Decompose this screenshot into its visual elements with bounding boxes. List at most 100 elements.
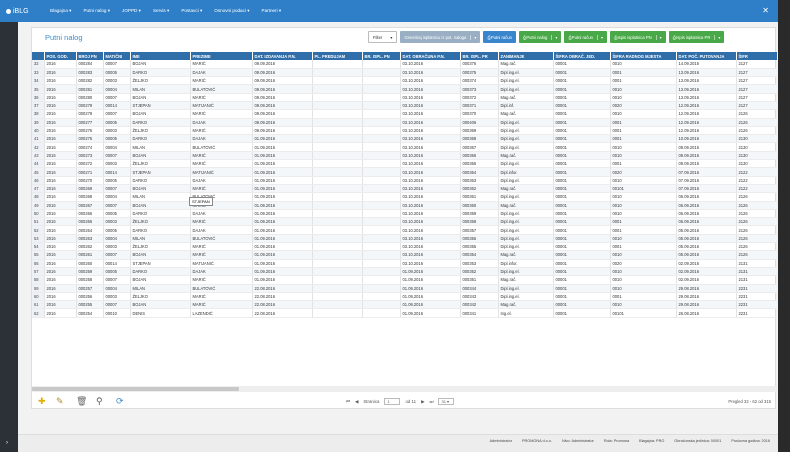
status-level: Nivo: Administrator — [561, 439, 594, 443]
row-number: 52 — [32, 225, 45, 235]
menu-putni-nalog[interactable]: Putni nalog ▾ — [77, 8, 116, 14]
ispis-pr-button[interactable]: ⎙ Ispis isplatnica PR ▾ — [668, 31, 725, 43]
table-row[interactable]: 48201600026800004MILANBULATOVIĆ01.09.201… — [32, 192, 777, 202]
next-page-icon[interactable]: ▶ — [421, 399, 424, 405]
table-row[interactable]: 36 2016 000280 00007 BOJAN MARIĆ 09.09.2016 03.… — [32, 93, 777, 103]
column-header[interactable]: DAT. POČ. PUTOVANJA — [676, 52, 737, 60]
column-header[interactable]: ŠIFRA OBRAČ. JED. — [553, 52, 611, 60]
putni-racun-print-button[interactable]: ⎙ Putni račun ▾ — [564, 31, 608, 43]
column-header[interactable]: ZANIMANJE — [498, 52, 554, 60]
status-items: Administrator PROMONA d.o.o. Nivo: Admin… — [490, 439, 770, 443]
table-cell: 2231 — [736, 300, 777, 310]
menu-postavci[interactable]: Postavci ▾ — [175, 8, 208, 14]
table-row[interactable]: 44 2016 000272 00003 ŽELJKO MARIĆ 01.09.2016 03… — [32, 159, 777, 169]
app-logo[interactable]: iBLG — [0, 8, 44, 15]
column-header[interactable]: POS. GOD. — [44, 52, 77, 60]
first-page-icon[interactable]: ⏮ — [346, 399, 350, 404]
table-row[interactable]: 37 2016 000279 00014 STJEPAN MATIJANIĆ 09.09.2… — [32, 101, 777, 111]
table-cell: 03.10.2016 — [400, 192, 461, 202]
column-header[interactable]: PL. PREDUJAM — [312, 52, 363, 60]
column-header[interactable]: MATIČNI — [103, 52, 131, 60]
table-row[interactable]: 39 2016 000277 00005 DARKO DAJAK 09.09.2016 03.… — [32, 118, 777, 127]
page-number-input[interactable]: 1 — [384, 398, 401, 405]
refresh-icon[interactable]: ⟳ — [116, 396, 124, 407]
table-cell: Dipl.ing.el. — [498, 134, 554, 144]
table-row[interactable]: 45 2016 000271 00014 STJEPAN MATIJANIĆ 01.09.2… — [32, 167, 777, 177]
table-row[interactable]: 58 2016 000258 00007 BOJAN MARIĆ 01.09.2016 01.… — [32, 275, 777, 285]
edit-icon[interactable]: ✎ — [56, 396, 64, 407]
table-row[interactable]: 38 2016 000278 00007 BOJAN MARIĆ 09.09.2016 03.… — [32, 109, 777, 119]
table-row[interactable]: 59 2016 000257 00004 MILAN BULATOVIĆ 22.08.201… — [32, 284, 777, 293]
table-row[interactable]: 56 2016 000260 00014 STJEPAN MATIJANIĆ 01.09.2… — [32, 259, 777, 268]
table-row[interactable]: 42 2016 000274 00004 MILAN BULATOVIĆ 01.09.201… — [32, 142, 777, 152]
menu-partneri[interactable]: Partneri ▾ — [256, 8, 288, 14]
menu-joppd[interactable]: JOPPD ▾ — [116, 8, 147, 14]
column-header[interactable]: DAT. IZDAVANJA P.N. — [252, 52, 313, 60]
table-cell — [312, 225, 363, 235]
table-cell: ŽELJKO — [130, 242, 191, 252]
search-icon[interactable]: ⚲ — [96, 396, 103, 407]
table-cell — [312, 101, 363, 111]
table-row[interactable]: 53 2016 000263 00004 MILAN BULATOVIĆ 01.09.201… — [32, 234, 777, 244]
page-size-select[interactable]: 31 ▾ — [438, 398, 455, 405]
table-row[interactable]: 46 2016 000270 00005 DARKO DAJAK 01.09.2016 03.… — [32, 176, 777, 185]
table-row[interactable]: 47 2016 000269 00007 BOJAN MARIĆ 01.09.2016 03.… — [32, 184, 777, 194]
column-header[interactable]: BR. ISPL. PN — [362, 52, 401, 60]
table-row[interactable]: 32 2016 000284 00007 BOJAN MARIĆ 09.09.2016 03.… — [32, 60, 777, 69]
chevron-down-icon: ▾ — [596, 34, 603, 40]
expand-sidebar-icon[interactable]: › — [6, 440, 8, 446]
table-row[interactable]: 49201600026700007BOJANMARIĆ01.09.201603.… — [32, 201, 777, 210]
table-cell: 0010 — [610, 209, 677, 219]
table-row[interactable]: 41 2016 000275 00005 DARKO DAJAK 01.09.2016 03.… — [32, 134, 777, 144]
table-row[interactable]: 57 2016 000259 00005 DARKO DAJAK 01.09.2016 01.… — [32, 267, 777, 277]
menu-blagajna[interactable]: Blagajna ▾ — [44, 8, 77, 14]
generate-isplatnica-button[interactable]: Generiraj isplatnicu iz put. naloga ▾ — [400, 31, 481, 43]
table-row[interactable]: 60 2016 000256 00003 ŽELJKO MARIĆ 22.08.2016 01… — [32, 292, 777, 302]
column-header[interactable]: DAT. OBRAČUNA P.N. — [400, 52, 461, 60]
ispis-pn-button[interactable]: ⎙ Ispis isplatnica PN ▾ — [610, 31, 666, 43]
table-row[interactable]: 61 2016 000255 00007 BOJAN MARIĆ 22.08.2016 01.… — [32, 300, 777, 310]
column-header[interactable]: ŠIFR — [736, 52, 777, 60]
table-row[interactable]: 33 2016 000283 00005 DARKO DAJAK 09.09.2016 03.… — [32, 68, 777, 78]
column-header[interactable]: BR. ISPL. PR — [460, 52, 499, 60]
table-cell — [362, 292, 401, 302]
table-row[interactable]: 43 2016 000273 00007 BOJAN MARIĆ 01.09.2016 03.… — [32, 151, 777, 161]
table-cell: 03.10.2016 — [400, 93, 461, 103]
table-cell: 05.09.2016 — [676, 250, 737, 260]
prev-page-icon[interactable]: ◀ — [355, 399, 358, 405]
column-header[interactable]: BROJ PN — [76, 52, 104, 60]
column-header[interactable]: PREZIME — [190, 52, 253, 60]
table-row[interactable]: 34 2016 000282 00003 ŽELJKO MARIĆ 09.09.2016 03… — [32, 76, 777, 86]
table-cell: 000275 — [76, 134, 104, 144]
filter-dropdown[interactable]: Filter ▾ — [368, 31, 398, 43]
table-cell: 2231 — [736, 284, 777, 293]
table-row[interactable]: 54 2016 000262 00003 ŽELJKO MARIĆ 01.09.2016 03… — [32, 242, 777, 252]
add-icon[interactable]: ✚ — [38, 396, 46, 407]
table-cell — [362, 126, 401, 136]
table-row[interactable]: 40 2016 000276 00003 ŽELJKO MARIĆ 09.09.2016 03… — [32, 126, 777, 136]
delete-icon[interactable]: 🗑 — [76, 396, 87, 407]
table-row[interactable]: 50 2016 000266 00005 DARKO DAJAK 01.09.2016 03.… — [32, 209, 777, 219]
table-cell: 03.10.2016 — [400, 60, 461, 69]
menu-osnovni-podaci[interactable]: Osnovni podaci ▾ — [208, 8, 255, 14]
scrollbar-thumb[interactable] — [32, 387, 239, 391]
column-header[interactable]: IME — [130, 52, 191, 60]
table-cell: 09.09.2016 — [252, 68, 313, 78]
column-header[interactable]: ŠIFRA RADNOG MJESTA — [610, 52, 677, 60]
last-page-icon[interactable]: ⏭ — [430, 399, 434, 404]
close-icon[interactable]: ✕ — [762, 6, 769, 15]
putni-racun-button[interactable]: ⎙ Putni račun — [483, 31, 516, 43]
table-cell — [362, 259, 401, 268]
table-cell: 0010 — [610, 300, 677, 310]
table-cell: 2016 — [44, 109, 77, 119]
table-row[interactable]: 35 2016 000281 00004 MILAN BULATOVIĆ 09.09.201… — [32, 84, 777, 94]
table-cell — [312, 209, 363, 219]
column-header[interactable] — [32, 52, 45, 60]
menu-servis[interactable]: Servis ▾ — [147, 8, 175, 14]
table-row[interactable]: 55 2016 000261 00007 BOJAN MARIĆ 01.09.2016 03.… — [32, 250, 777, 260]
putni-nalog-print-button[interactable]: ⎙ Putni nalog ▾ — [519, 31, 562, 43]
table-row[interactable]: 62 2016 000254 00010 DENIS LAZENDIĆ 22.08.2016… — [32, 308, 777, 318]
table-row[interactable]: 51 2016 000265 00003 ŽELJKO MARIĆ 01.09.2016 03… — [32, 217, 777, 227]
table-cell: 000351 — [460, 275, 499, 285]
table-row[interactable]: 52 2016 000264 00005 DARKO DAJAK 01.09.2016 03.… — [32, 225, 777, 235]
